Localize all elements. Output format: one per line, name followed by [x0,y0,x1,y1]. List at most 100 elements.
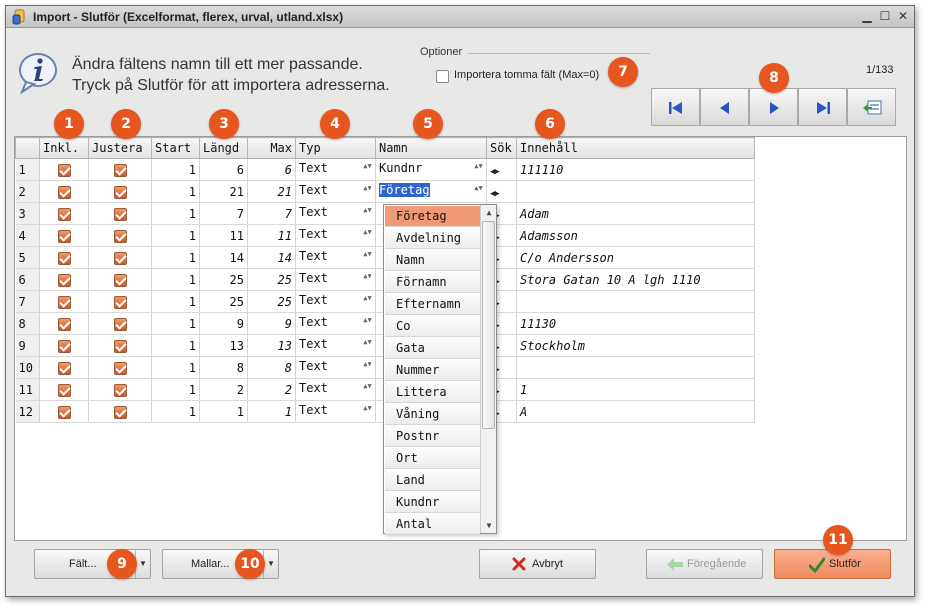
start-cell[interactable]: 1 [151,268,200,291]
dropdown-option[interactable]: Postnr [385,426,480,447]
minimize-icon[interactable]: ▁ [858,8,876,25]
justera-checkbox[interactable] [113,317,127,331]
import-empty-checkbox[interactable] [436,70,449,83]
start-cell[interactable]: 1 [151,158,200,181]
langd-cell[interactable]: 14 [199,246,248,269]
justera-checkbox[interactable] [113,383,127,397]
scroll-up-icon[interactable]: ▲ [481,205,497,220]
inkl-checkbox[interactable] [57,383,71,397]
namn-dropdown-list[interactable]: Företag Avdelning Namn Förnamn Efternamn Co Ga… [383,204,497,535]
namn-spinner-icon[interactable]: ▲▼ [474,162,483,178]
inkl-checkbox[interactable] [57,185,71,199]
last-record-button[interactable] [798,88,847,126]
justera-checkbox[interactable] [113,361,127,375]
typ-cell[interactable]: Text ▲▼ [295,246,376,269]
inkl-checkbox[interactable] [57,207,71,221]
maximize-icon[interactable]: ☐ [876,8,894,25]
justera-checkbox[interactable] [113,251,127,265]
typ-spinner-icon[interactable]: ▲▼ [363,162,372,178]
col-header-langd[interactable]: Längd [199,137,248,159]
langd-cell[interactable]: 1 [199,400,248,423]
start-cell[interactable]: 1 [151,400,200,423]
avbryt-button[interactable]: Avbryt [479,549,596,579]
typ-cell[interactable]: Text ▲▼ [295,268,376,291]
chevron-down-icon[interactable]: ▼ [263,550,278,578]
table-row[interactable]: 2 1 21 21 Text ▲▼ Företag ▲▼ ◀▶ [15,180,755,203]
justera-checkbox[interactable] [113,295,127,309]
namn-spinner-icon[interactable]: ▲▼ [474,184,483,200]
start-cell[interactable]: 1 [151,356,200,379]
justera-checkbox[interactable] [113,163,127,177]
previous-record-button[interactable] [700,88,749,126]
langd-cell[interactable]: 2 [199,378,248,401]
langd-cell[interactable]: 21 [199,180,248,203]
scroll-thumb[interactable] [482,221,495,429]
typ-spinner-icon[interactable]: ▲▼ [363,316,372,332]
justera-checkbox[interactable] [113,405,127,419]
typ-spinner-icon[interactable]: ▲▼ [363,184,372,200]
dropdown-option[interactable]: Littera [385,382,480,403]
typ-cell[interactable]: Text ▲▼ [295,312,376,335]
first-record-button[interactable] [651,88,700,126]
scroll-down-icon[interactable]: ▼ [481,518,497,533]
col-header-start[interactable]: Start [151,137,200,159]
langd-cell[interactable]: 7 [199,202,248,225]
col-header-innehall[interactable]: Innehåll [516,137,755,159]
dropdown-option[interactable]: Namn [385,250,480,271]
namn-cell[interactable]: Företag ▲▼ [375,180,487,203]
justera-checkbox[interactable] [113,185,127,199]
typ-cell[interactable]: Text ▲▼ [295,202,376,225]
dropdown-option[interactable]: Nummer [385,360,480,381]
next-record-button[interactable] [749,88,798,126]
chevron-down-icon[interactable]: ▼ [135,550,150,578]
foregaende-button[interactable]: Föregående [646,549,763,579]
dropdown-option[interactable]: Gata [385,338,480,359]
col-header-typ[interactable]: Typ [295,137,376,159]
typ-spinner-icon[interactable]: ▲▼ [363,250,372,266]
col-header-namn[interactable]: Namn [375,137,487,159]
inkl-checkbox[interactable] [57,317,71,331]
typ-spinner-icon[interactable]: ▲▼ [363,338,372,354]
start-cell[interactable]: 1 [151,224,200,247]
typ-cell[interactable]: Text ▲▼ [295,356,376,379]
dropdown-option[interactable]: Avdelning [385,228,480,249]
dropdown-scrollbar[interactable]: ▲ ▼ [480,205,496,533]
typ-spinner-icon[interactable]: ▲▼ [363,382,372,398]
justera-checkbox[interactable] [113,207,127,221]
start-cell[interactable]: 1 [151,246,200,269]
justera-checkbox[interactable] [113,273,127,287]
langd-cell[interactable]: 25 [199,290,248,313]
sok-cell[interactable]: ◀▶ [486,180,517,203]
dropdown-option[interactable]: Co [385,316,480,337]
typ-spinner-icon[interactable]: ▲▼ [363,294,372,310]
typ-cell[interactable]: Text ▲▼ [295,400,376,423]
col-header-sok[interactable]: Sök [486,137,517,159]
typ-cell[interactable]: Text ▲▼ [295,224,376,247]
inkl-checkbox[interactable] [57,295,71,309]
dropdown-option[interactable]: Land [385,470,480,491]
typ-cell[interactable]: Text ▲▼ [295,158,376,181]
start-cell[interactable]: 1 [151,180,200,203]
inkl-checkbox[interactable] [57,339,71,353]
start-cell[interactable]: 1 [151,202,200,225]
close-icon[interactable]: ✕ [894,8,912,25]
start-cell[interactable]: 1 [151,334,200,357]
langd-cell[interactable]: 9 [199,312,248,335]
col-header-inkl[interactable]: Inkl. [39,137,89,159]
typ-spinner-icon[interactable]: ▲▼ [363,360,372,376]
dropdown-option[interactable]: Kundnr [385,492,480,513]
sok-cell[interactable]: ◀▶ [486,158,517,181]
langd-cell[interactable]: 11 [199,224,248,247]
search-arrows-icon[interactable]: ◀▶ [490,167,500,177]
typ-cell[interactable]: Text ▲▼ [295,180,376,203]
dropdown-option[interactable]: Förnamn [385,272,480,293]
namn-cell[interactable]: Kundnr ▲▼ [375,158,487,181]
dropdown-option[interactable]: Efternamn [385,294,480,315]
inkl-checkbox[interactable] [57,251,71,265]
dropdown-option[interactable]: Antal [385,514,480,535]
typ-spinner-icon[interactable]: ▲▼ [363,228,372,244]
dropdown-option[interactable]: Företag [385,206,480,227]
typ-cell[interactable]: Text ▲▼ [295,290,376,313]
justera-checkbox[interactable] [113,339,127,353]
justera-checkbox[interactable] [113,229,127,243]
